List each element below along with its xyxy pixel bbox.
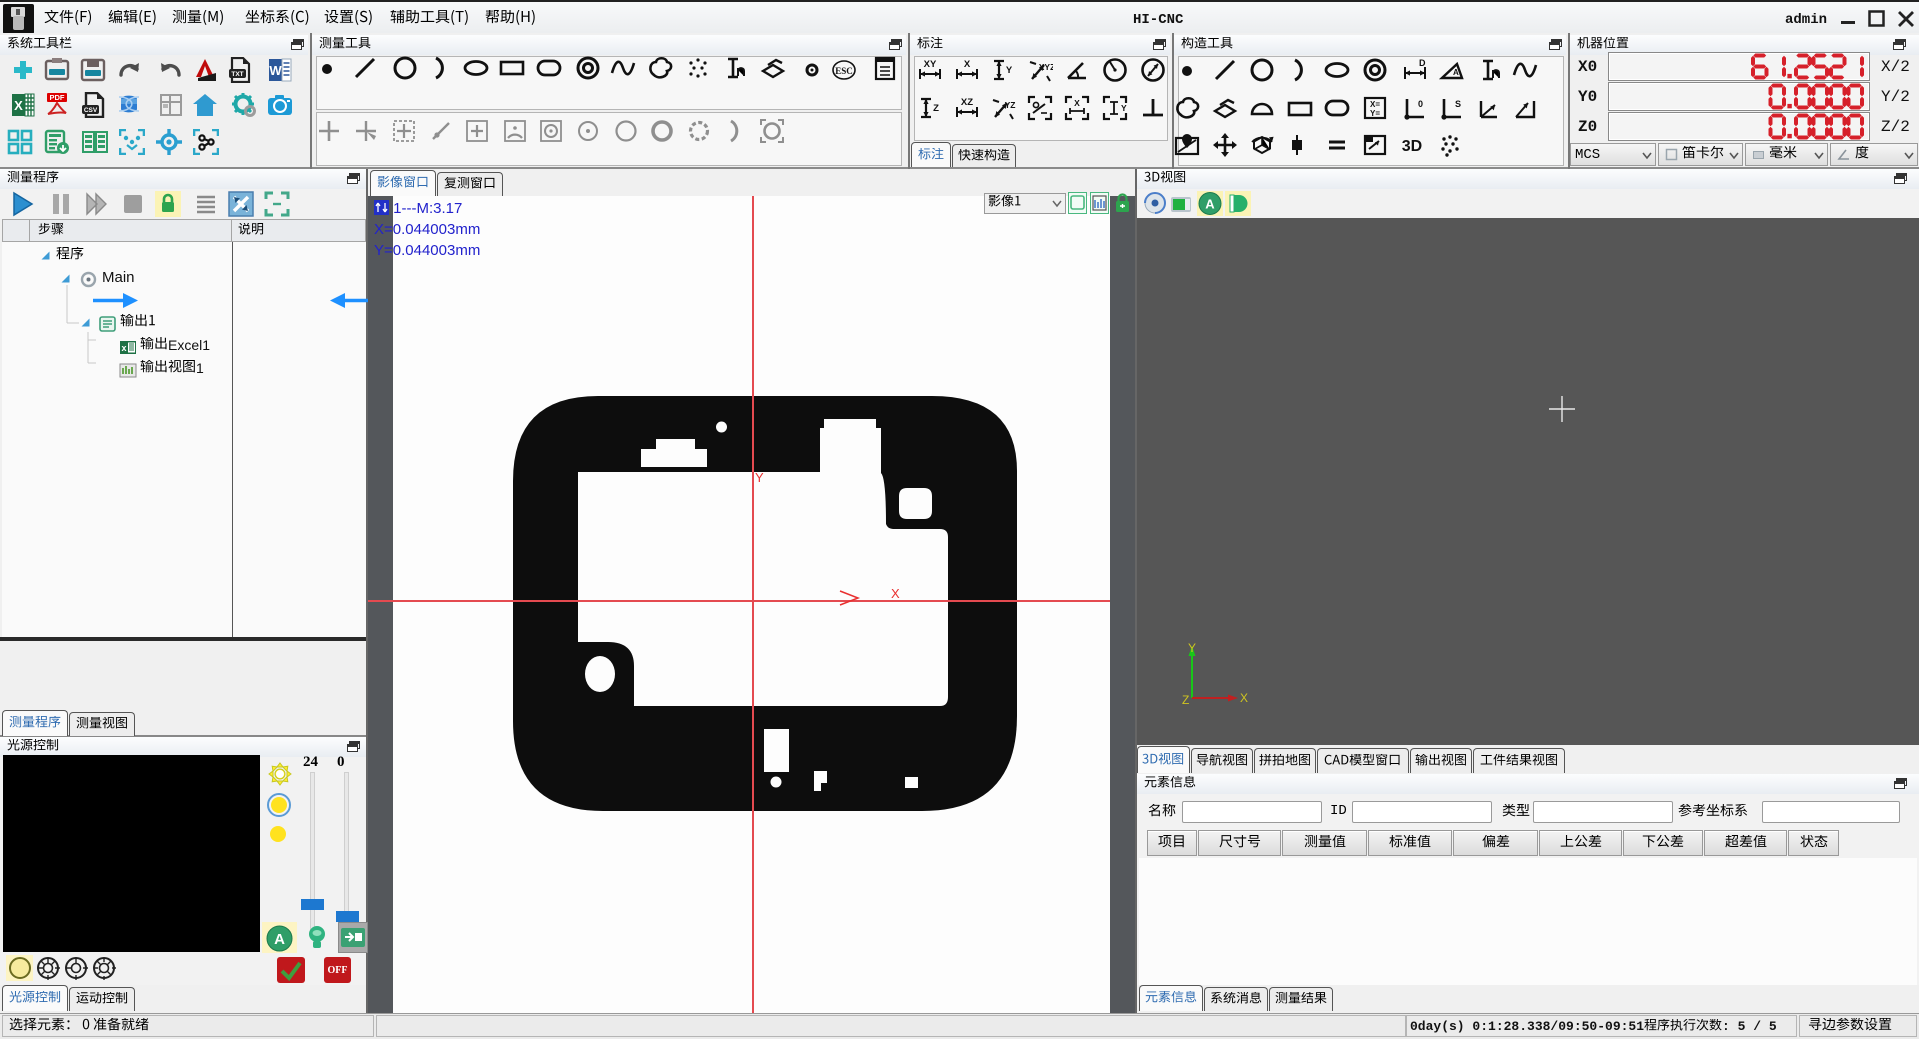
svg-text:X=: X=	[1370, 100, 1380, 109]
svg-text:Z: Z	[1182, 693, 1189, 707]
svg-text:X: X	[14, 98, 23, 113]
svg-text:X: X	[1074, 98, 1080, 108]
svg-text:A: A	[1453, 68, 1459, 77]
svg-text:Z: Z	[933, 103, 939, 114]
svg-text:D: D	[1419, 58, 1426, 68]
svg-text:0: 0	[1418, 99, 1423, 109]
svg-text:PDF: PDF	[50, 93, 65, 102]
svg-text:W: W	[269, 63, 282, 78]
svg-text:ESC: ESC	[835, 66, 853, 76]
svg-text:A: A	[274, 931, 285, 948]
svg-text:TXT: TXT	[231, 71, 243, 78]
svg-text:S: S	[1455, 99, 1461, 109]
svg-text:X: X	[891, 589, 900, 601]
svg-text:3D: 3D	[1402, 138, 1422, 155]
svg-text:Y=: Y=	[1370, 109, 1380, 118]
svg-text:X: X	[964, 59, 971, 70]
svg-text:XZ: XZ	[961, 97, 973, 108]
svg-text:X: X	[1240, 691, 1248, 705]
svg-text:XY: XY	[924, 59, 937, 70]
svg-text:XYZ: XYZ	[1039, 62, 1053, 72]
svg-text:A: A	[1205, 197, 1215, 212]
svg-text:Y: Y	[1188, 641, 1196, 655]
svg-text:Y: Y	[1006, 65, 1013, 76]
svg-text:Y: Y	[1121, 103, 1127, 113]
svg-text:YZ: YZ	[1005, 100, 1016, 110]
svg-text:CSV: CSV	[84, 107, 98, 114]
